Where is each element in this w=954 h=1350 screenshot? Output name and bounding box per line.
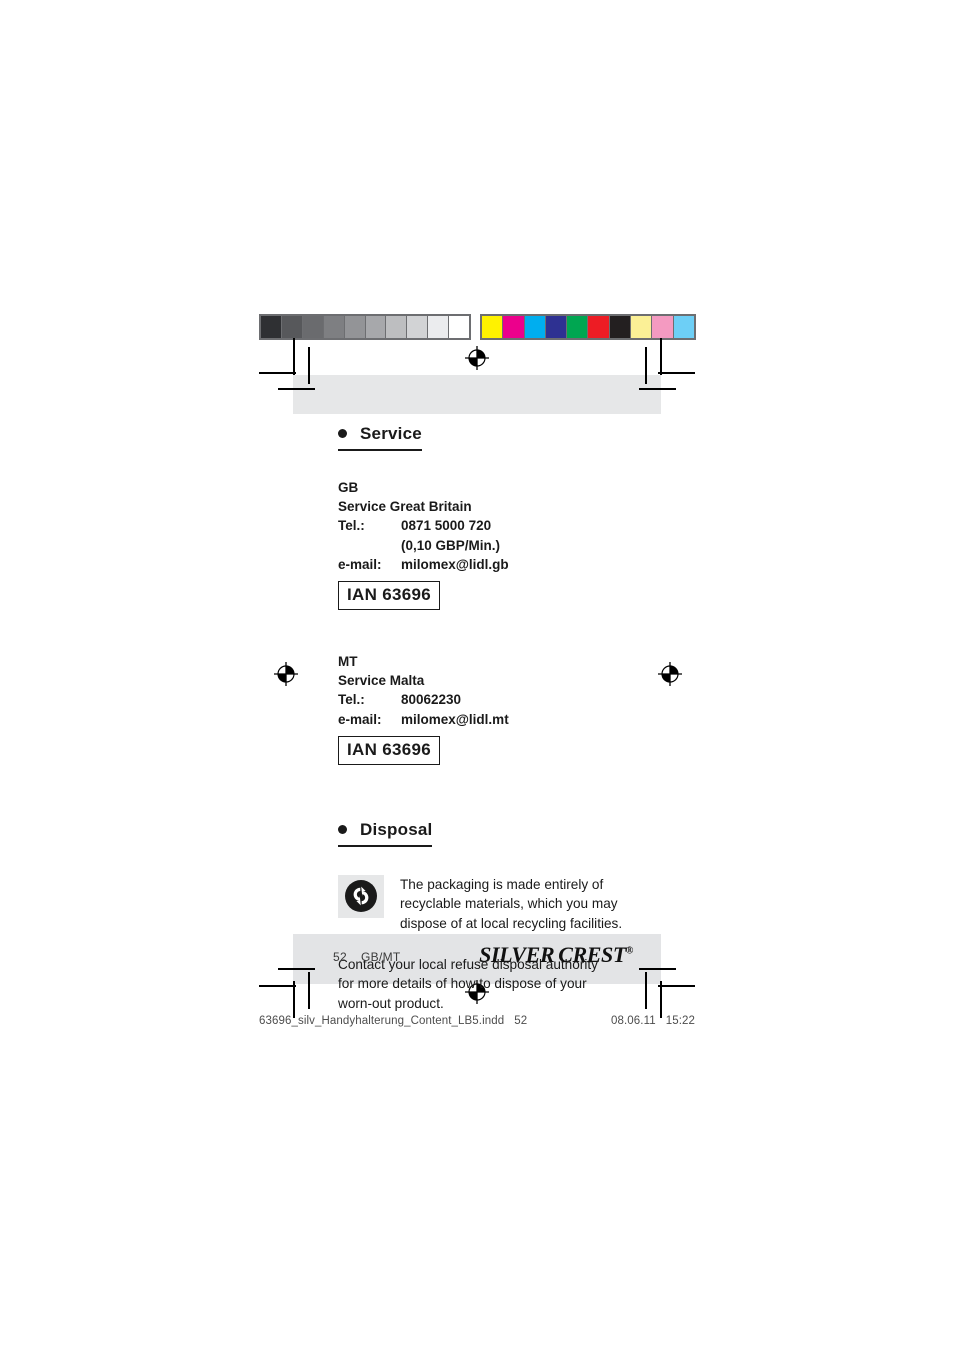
top-tint-block xyxy=(293,375,661,414)
service-heading-wrap: Service xyxy=(338,424,668,451)
crop-mark-top-left-outer-v xyxy=(293,338,295,375)
tel-value-gb: 0871 5000 720 xyxy=(401,518,492,534)
bullet-dot-icon xyxy=(338,429,347,439)
country-code-mt: MT xyxy=(338,654,358,670)
page-locale-label: GB/MT xyxy=(361,950,401,964)
email-value-gb: milomex@lidl.gb xyxy=(401,556,509,572)
service-country-block-mt: MT Service Malta Tel.: 80062230 e-mail: … xyxy=(338,652,668,765)
crop-mark-top-right-inner-v xyxy=(645,347,647,384)
color-swatch xyxy=(588,316,610,338)
crop-mark-top-left-inner-h xyxy=(278,388,315,390)
silvercrest-logo: SILVER CREST® xyxy=(479,942,633,968)
disposal-heading-wrap: Disposal xyxy=(338,820,668,847)
color-swatch xyxy=(503,316,525,338)
crop-mark-top-right-inner-h xyxy=(639,388,676,390)
green-dot-recycling-icon xyxy=(338,874,384,918)
process-color-swatch-group xyxy=(480,314,696,340)
color-swatch xyxy=(652,316,674,338)
registration-mark-top-icon xyxy=(464,345,490,371)
telephone-row-gb: Tel.: 0871 5000 720 xyxy=(338,516,668,535)
telephone-row-mt: Tel.: 80062230 xyxy=(338,690,668,709)
slug-date: 08.06.11 xyxy=(611,1015,656,1027)
crop-mark-top-left-outer-h xyxy=(259,372,296,374)
page-content-column: Service GB Service Great Britain Tel.: 0… xyxy=(338,424,668,1013)
slug-page-number: 52 xyxy=(514,1015,528,1027)
color-swatch xyxy=(673,316,694,338)
service-name-mt: Service Malta xyxy=(338,673,425,689)
ian-box-gb: IAN 63696 xyxy=(338,581,440,611)
color-swatch xyxy=(567,316,589,338)
print-slug-line: 63696_silv_Handyhalterung_Content_LB5.in… xyxy=(259,1015,695,1027)
crop-mark-bottom-left-outer-v xyxy=(293,981,295,1018)
color-swatch xyxy=(545,316,568,338)
crop-mark-top-right-outer-v xyxy=(660,338,662,375)
gray-swatch xyxy=(386,316,408,338)
service-country-block-gb: GB Service Great Britain Tel.: 0871 5000… xyxy=(338,478,668,611)
email-row-mt: e-mail: milomex@lidl.mt xyxy=(338,710,668,729)
tel-label-mt: Tel.: xyxy=(338,692,365,708)
print-slug-right: 08.06.11 15:22 xyxy=(611,1015,695,1027)
gray-swatch xyxy=(281,316,303,338)
crop-mark-top-right-outer-h xyxy=(658,372,695,374)
gray-swatch xyxy=(344,316,366,338)
gray-swatch xyxy=(365,316,387,338)
slug-time: 15:22 xyxy=(665,1015,695,1027)
grayscale-swatch-group xyxy=(259,314,471,340)
crop-mark-bottom-left-outer-h xyxy=(259,985,296,987)
brand-name-primary: SILVER xyxy=(479,942,555,967)
printed-page: Service GB Service Great Britain Tel.: 0… xyxy=(0,0,954,1350)
crop-mark-top-left-inner-v xyxy=(308,347,310,384)
email-label-mt: e-mail: xyxy=(338,711,382,727)
gray-swatch xyxy=(323,316,345,338)
color-swatch xyxy=(524,316,546,338)
tel-rate-value-gb: (0,10 GBP/Min.) xyxy=(401,537,501,553)
email-value-mt: milomex@lidl.mt xyxy=(401,711,509,727)
print-slug-left: 63696_silv_Handyhalterung_Content_LB5.in… xyxy=(259,1015,527,1027)
slug-filename: 63696_silv_Handyhalterung_Content_LB5.in… xyxy=(259,1015,505,1027)
brand-trademark-symbol: ® xyxy=(625,945,633,957)
registration-mark-left-icon xyxy=(273,661,299,687)
gray-swatch xyxy=(428,316,450,338)
email-label-gb: e-mail: xyxy=(338,556,382,572)
disposal-section-heading: Disposal xyxy=(338,819,433,847)
service-section-heading: Service xyxy=(338,424,422,451)
ian-box-mt: IAN 63696 xyxy=(338,735,440,765)
color-swatch xyxy=(609,316,632,338)
email-row-gb: e-mail: milomex@lidl.gb xyxy=(338,555,668,574)
gray-swatch xyxy=(302,316,324,338)
page-number: 52 xyxy=(333,950,347,964)
page-footer: 52 GB/MT SILVER CREST® xyxy=(293,934,661,984)
color-swatch xyxy=(631,316,653,338)
disposal-recycle-text: The packaging is made entirely of recycl… xyxy=(400,876,623,931)
bullet-dot-icon xyxy=(338,824,347,834)
telephone-rate-row-gb: (0,10 GBP/Min.) xyxy=(338,536,668,555)
print-color-control-bar xyxy=(259,314,696,340)
gray-swatch xyxy=(407,316,429,338)
brand-name-secondary: CREST xyxy=(558,942,626,967)
color-swatch xyxy=(482,316,504,338)
tel-label-gb: Tel.: xyxy=(338,518,365,534)
service-heading-label: Service xyxy=(360,424,422,443)
disposal-heading-label: Disposal xyxy=(360,819,433,839)
tel-rate-spacer-gb xyxy=(338,536,401,555)
disposal-recycle-row: The packaging is made entirely of recycl… xyxy=(338,874,668,933)
gray-swatch xyxy=(449,316,470,338)
service-name-gb: Service Great Britain xyxy=(338,499,472,515)
tel-value-mt: 80062230 xyxy=(401,692,462,708)
country-code-gb: GB xyxy=(338,480,359,495)
gray-swatch xyxy=(261,316,282,338)
